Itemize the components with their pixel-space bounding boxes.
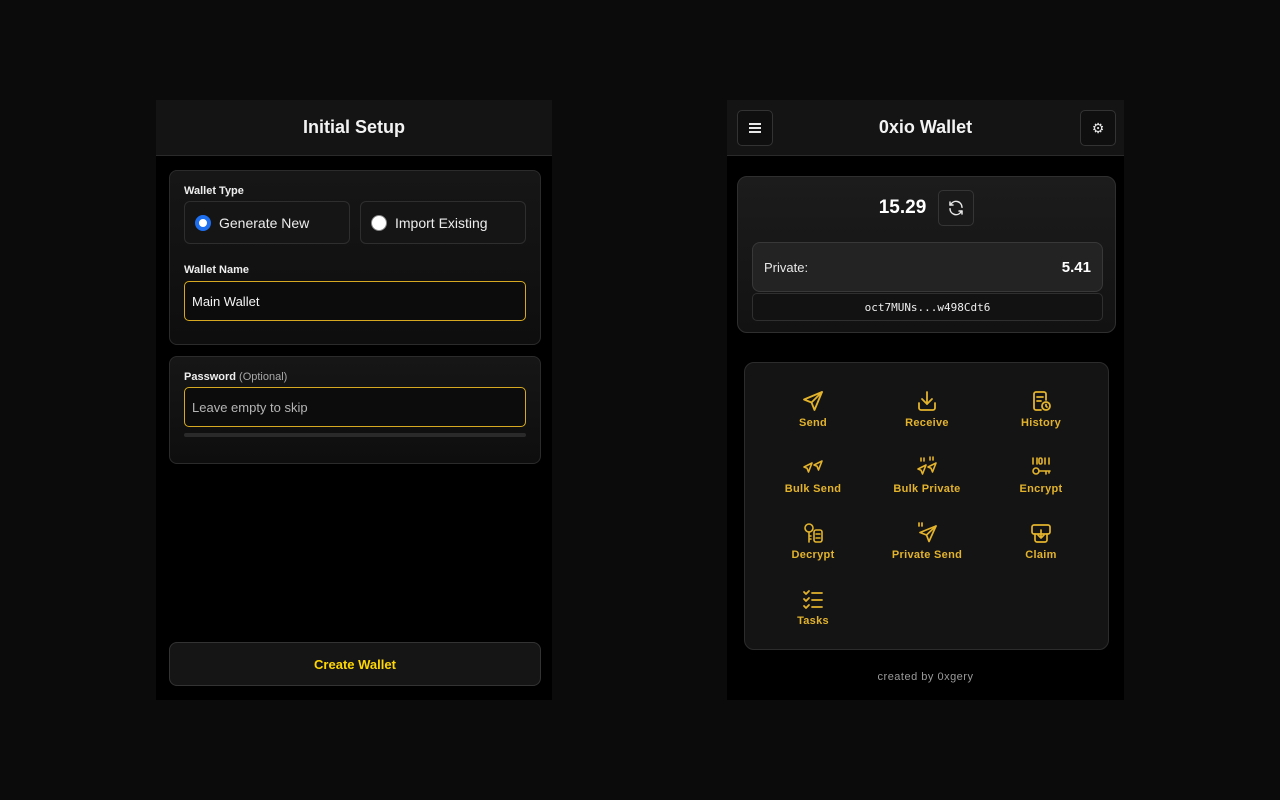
refresh-button[interactable] [938, 190, 975, 226]
private-send-action[interactable]: Private Send [875, 519, 979, 571]
bulk-send-action[interactable]: Bulk Send [761, 453, 865, 505]
decrypt-action[interactable]: Decrypt [761, 519, 865, 571]
wallet-title: 0xio Wallet [878, 117, 973, 137]
receive-label: Receive [905, 417, 949, 429]
tasks-icon [803, 590, 823, 609]
menu-icon [749, 123, 761, 133]
settings-button[interactable]: ⚙ [1080, 110, 1116, 146]
history-label: History [1021, 417, 1061, 429]
radio-checked-icon[interactable] [195, 214, 211, 231]
bulk-send-label: Bulk Send [784, 483, 842, 495]
private-balance-row: Private: 5.41 [752, 242, 1103, 292]
claim-label: Claim [1025, 549, 1057, 561]
password-input[interactable] [184, 387, 526, 427]
wallet-address[interactable]: oct7MUNs...w498Cdt6 [752, 293, 1103, 321]
gear-icon: ⚙ [1091, 119, 1105, 136]
send-action[interactable]: Send [761, 387, 865, 439]
receive-action[interactable]: Receive [875, 387, 979, 439]
decrypt-label: Decrypt [791, 549, 835, 561]
page-title: Initial Setup [302, 117, 405, 137]
wallet-name-label: Wallet Name [184, 264, 250, 276]
private-value: 5.41 [1061, 258, 1091, 276]
decrypt-icon [804, 523, 823, 543]
wallet-name-input[interactable] [184, 281, 526, 321]
bulk-private-action[interactable]: Bulk Private [875, 453, 979, 505]
password-card: Password (Optional) [169, 356, 541, 464]
wallet-panel: 0xio Wallet ⚙ 15.29 Private: 5.41 oct7MU… [727, 100, 1124, 700]
encrypt-label: Encrypt [1019, 483, 1063, 495]
wallet-header: 0xio Wallet ⚙ [727, 100, 1124, 156]
password-strength-bar [184, 433, 526, 437]
wallet-type-label: Wallet Type [184, 185, 244, 197]
history-action[interactable]: History [989, 387, 1093, 439]
encrypt-icon [1032, 457, 1051, 475]
create-wallet-button[interactable]: Create Wallet [169, 642, 541, 686]
claim-action[interactable]: Claim [989, 519, 1093, 571]
generate-new-label: Generate New [219, 214, 310, 231]
balance-card: 15.29 Private: 5.41 oct7MUNs...w498Cdt6 [737, 176, 1116, 333]
footer-credit: created by 0xgery [877, 671, 974, 683]
password-optional-hint: (Optional) [239, 371, 288, 383]
private-send-label: Private Send [891, 549, 963, 561]
import-existing-option[interactable]: Import Existing [360, 201, 526, 244]
password-label-text: Password [184, 371, 236, 383]
encrypt-action[interactable]: Encrypt [989, 453, 1093, 505]
password-label: Password (Optional) [184, 371, 287, 383]
send-icon [803, 391, 823, 411]
send-label: Send [798, 417, 828, 429]
claim-icon [1031, 524, 1051, 543]
import-existing-label: Import Existing [395, 214, 488, 231]
bulk-send-icon [803, 460, 823, 473]
history-icon [1033, 391, 1051, 411]
actions-grid: Send Receive History Bulk Send Bulk Priv… [744, 362, 1109, 650]
bulk-private-label: Bulk Private [893, 483, 961, 495]
setup-header: Initial Setup [156, 100, 552, 156]
tasks-label: Tasks [797, 615, 829, 627]
receive-icon [918, 391, 936, 411]
tasks-action[interactable]: Tasks [761, 585, 865, 637]
balance-value: 15.29 [878, 197, 927, 218]
private-label: Private: [764, 259, 809, 275]
balance-row: 15.29 [738, 190, 1115, 226]
bulk-private-icon [917, 456, 937, 475]
private-send-icon [918, 522, 937, 543]
wallet-config-card: Wallet Type Generate New Import Existing… [169, 170, 541, 345]
radio-unchecked-icon[interactable] [371, 214, 387, 231]
generate-new-option[interactable]: Generate New [184, 201, 350, 244]
menu-button[interactable] [737, 110, 773, 146]
refresh-icon [949, 200, 964, 216]
setup-panel: Initial Setup Wallet Type Generate New I… [156, 100, 552, 700]
